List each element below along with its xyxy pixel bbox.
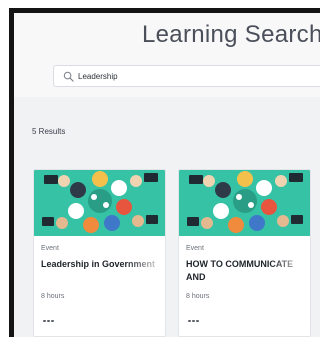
dot — [43, 319, 46, 323]
dot — [47, 319, 50, 323]
title-fade — [125, 256, 165, 286]
course-thumbnail-image — [179, 170, 310, 236]
card-duration: 8 hours — [41, 293, 65, 300]
learning-search-page: Learning Search 5 Results — [14, 13, 320, 337]
dot — [51, 319, 54, 323]
dot — [188, 319, 191, 323]
search-box[interactable] — [53, 65, 320, 87]
ellipsis-icon[interactable] — [188, 316, 208, 326]
results-count: 5 Results — [32, 127, 66, 136]
dot — [192, 319, 195, 323]
dot — [196, 319, 199, 323]
course-thumbnail-image — [34, 170, 165, 236]
ellipsis-icon[interactable] — [43, 316, 63, 326]
page-header: Learning Search — [14, 13, 320, 97]
search-icon — [63, 71, 74, 82]
page-title: Learning Search — [142, 21, 320, 48]
search-input[interactable] — [78, 68, 318, 84]
result-card[interactable]: Event Leadership in Government 8 hours — [33, 169, 166, 337]
card-type: Event — [41, 245, 59, 252]
result-card[interactable]: Event HOW TO COMMUNICATE AND 8 hours — [178, 169, 311, 337]
card-duration: 8 hours — [186, 293, 210, 300]
title-fade — [270, 256, 310, 286]
window-frame: Learning Search 5 Results — [9, 8, 320, 337]
card-type: Event — [186, 245, 204, 252]
